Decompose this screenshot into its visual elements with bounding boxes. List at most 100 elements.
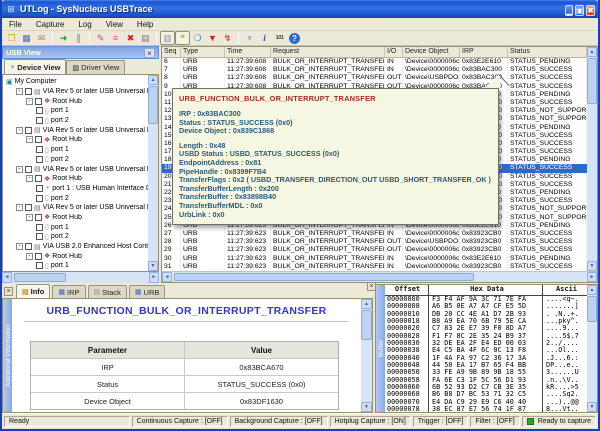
tree-hscrollbar[interactable]: ◄ ► bbox=[2, 272, 159, 283]
info-vscroll-thumb[interactable] bbox=[361, 310, 372, 340]
scroll-left-icon[interactable]: ◄ bbox=[162, 272, 172, 282]
tree-item[interactable]: ▯port 2 bbox=[3, 155, 148, 165]
raw-data-toggle-icon[interactable]: ▥ bbox=[160, 31, 175, 45]
menu-item-file[interactable]: File bbox=[2, 20, 29, 29]
tree-checkbox[interactable] bbox=[25, 127, 32, 134]
table-hscrollbar[interactable]: ◄ ► bbox=[162, 271, 597, 282]
search-icon[interactable]: ❍ bbox=[190, 31, 205, 45]
trace-row[interactable]: 28URB11:27:39:623BULK_OR_INTERRUPT_TRANS… bbox=[162, 238, 587, 246]
tree-checkbox[interactable] bbox=[25, 88, 32, 95]
tree-item[interactable]: -▤VIA Rev 5 or later USB Universal Host … bbox=[3, 203, 148, 213]
tab-info[interactable]: ▤Info bbox=[16, 284, 50, 298]
edit-marker-icon[interactable]: ✎ bbox=[93, 31, 108, 45]
tree-item[interactable]: -❖Root Hub bbox=[3, 174, 148, 184]
device-info-icon[interactable]: i bbox=[257, 31, 272, 45]
tree-item[interactable]: ▯port 2 bbox=[3, 116, 148, 126]
tree-item[interactable]: ▯port 1 bbox=[3, 145, 148, 155]
tree-item[interactable]: ▯port 1 bbox=[3, 106, 148, 116]
tree-checkbox[interactable] bbox=[35, 253, 42, 260]
tree-item[interactable]: ▯port 2 bbox=[3, 193, 148, 203]
tab-stack[interactable]: ▤Stack bbox=[88, 285, 127, 298]
tooltip-toggle-icon[interactable]: ❝ bbox=[175, 31, 190, 45]
tree-checkbox[interactable] bbox=[36, 156, 43, 163]
tree-expander-icon[interactable]: - bbox=[16, 88, 23, 95]
trigger-icon[interactable]: ↯ bbox=[220, 31, 235, 45]
column-header-type[interactable]: Type bbox=[181, 47, 225, 57]
scroll-right-icon[interactable]: ► bbox=[149, 272, 159, 283]
buffer-close-button[interactable]: × bbox=[367, 282, 376, 291]
tree-expander-icon[interactable]: - bbox=[26, 136, 33, 143]
tree-expander-icon[interactable]: - bbox=[26, 175, 33, 182]
trace-row[interactable]: 6URB11:27:39:608BULK_OR_INTERRUPT_TRANSF… bbox=[162, 58, 587, 66]
tree-checkbox[interactable] bbox=[35, 175, 42, 182]
tree-vscrollbar[interactable]: ▲ ▼ bbox=[148, 75, 158, 271]
scroll-down-icon[interactable]: ▼ bbox=[148, 261, 158, 271]
hex-display-icon[interactable]: 101 bbox=[272, 31, 287, 45]
trace-row[interactable]: 8URB11:27:39:608BULK_OR_INTERRUPT_TRANSF… bbox=[162, 74, 587, 82]
scroll-left-icon[interactable]: ◄ bbox=[2, 272, 12, 283]
tab-irp[interactable]: ▦IRP bbox=[52, 285, 85, 298]
tree-checkbox[interactable] bbox=[36, 146, 43, 153]
tree-item[interactable]: -▤VIA Rev 5 or later USB Universal Host … bbox=[3, 164, 148, 174]
tree-hscroll-thumb[interactable] bbox=[14, 273, 66, 282]
tab-urb[interactable]: ▦URB bbox=[129, 285, 165, 298]
tree-expander-icon[interactable]: - bbox=[26, 253, 33, 260]
tab-driver-view[interactable]: ▧Driver View bbox=[66, 60, 125, 74]
tree-expander-icon[interactable]: - bbox=[16, 127, 23, 134]
tree-item[interactable]: ♆port 1 : USB Human Interface D bbox=[3, 184, 148, 194]
scroll-up-icon[interactable]: ▲ bbox=[587, 285, 597, 295]
tree-expander-icon[interactable]: - bbox=[16, 166, 23, 173]
menu-item-view[interactable]: View bbox=[99, 20, 130, 29]
scroll-up-icon[interactable]: ▲ bbox=[148, 75, 158, 85]
tree-item[interactable]: -▤VIA Rev 5 or later USB Universal Host … bbox=[3, 125, 148, 135]
tree-item[interactable]: -▤VIA Rev 5 or later USB Universal Host … bbox=[3, 87, 148, 97]
trace-row[interactable]: 31URB11:27:39:623BULK_OR_INTERRUPT_TRANS… bbox=[162, 263, 587, 271]
close-button[interactable]: ✖ bbox=[586, 5, 595, 16]
tree-item[interactable]: ▯port 1 bbox=[3, 222, 148, 232]
tree-item[interactable]: -❖Root Hub bbox=[3, 96, 148, 106]
pause-capture-icon[interactable]: ∥ bbox=[71, 31, 86, 45]
open-log-icon[interactable]: ❒ bbox=[4, 31, 19, 45]
tree-checkbox[interactable] bbox=[36, 233, 43, 240]
buffer-strip[interactable]: Buffer bbox=[376, 285, 385, 412]
clear-log-icon[interactable]: ≡ bbox=[108, 31, 123, 45]
tree-checkbox[interactable] bbox=[36, 107, 43, 114]
help-icon[interactable]: ? bbox=[287, 31, 302, 45]
tree-item[interactable]: -▤VIA USB 2.0 Enhanced Host Controller bbox=[3, 242, 148, 252]
start-capture-icon[interactable]: ➜ bbox=[56, 31, 71, 45]
restore-button[interactable]: ▣ bbox=[575, 5, 585, 16]
scroll-down-icon[interactable]: ▼ bbox=[587, 402, 597, 412]
filter-icon[interactable]: ▼ bbox=[205, 31, 220, 45]
tree-item[interactable]: ▣My Computer bbox=[3, 77, 148, 87]
tree-vscroll-thumb[interactable] bbox=[148, 86, 158, 124]
table-hscroll-thumb[interactable] bbox=[174, 273, 474, 281]
print-icon[interactable]: ▤ bbox=[138, 31, 153, 45]
tree-checkbox[interactable] bbox=[35, 136, 42, 143]
tree-checkbox[interactable] bbox=[25, 204, 32, 211]
tree-checkbox[interactable] bbox=[36, 117, 43, 124]
scroll-up-icon[interactable]: ▲ bbox=[361, 299, 372, 309]
save-log-icon[interactable]: ▦ bbox=[19, 31, 34, 45]
minimize-button[interactable]: ▁ bbox=[565, 5, 573, 16]
tree-checkbox[interactable] bbox=[36, 262, 43, 269]
delete-log-icon[interactable]: ✖ bbox=[123, 31, 138, 45]
column-header-status[interactable]: Status bbox=[508, 47, 587, 57]
tree-expander-icon[interactable]: - bbox=[26, 98, 33, 105]
column-header-seq[interactable]: Seq bbox=[162, 47, 181, 57]
trace-row[interactable]: 30URB11:27:39:623BULK_OR_INTERRUPT_TRANS… bbox=[162, 255, 587, 263]
column-header-io[interactable]: I/O bbox=[385, 47, 403, 57]
scroll-up-icon[interactable]: ▲ bbox=[587, 47, 597, 57]
scroll-right-icon[interactable]: ► bbox=[587, 272, 597, 282]
export-log-icon[interactable]: ✉ bbox=[34, 31, 49, 45]
tree-checkbox[interactable] bbox=[25, 166, 32, 173]
tree-checkbox[interactable] bbox=[36, 195, 43, 202]
info-vscrollbar[interactable]: ▲ ▼ bbox=[361, 299, 372, 412]
hex-vscrollbar[interactable]: ▲ ▼ bbox=[587, 285, 597, 412]
trace-row[interactable]: 27URB11:27:39:623BULK_OR_INTERRUPT_TRANS… bbox=[162, 230, 587, 238]
menu-item-log[interactable]: Log bbox=[71, 20, 98, 29]
tree-item[interactable]: -❖Root Hub bbox=[3, 213, 148, 223]
table-vscroll-thumb[interactable] bbox=[587, 58, 597, 104]
column-header-irp[interactable]: IRP bbox=[460, 47, 508, 57]
trace-row[interactable]: 29URB11:27:39:623BULK_OR_INTERRUPT_TRANS… bbox=[162, 246, 587, 254]
tree-expander-icon[interactable]: - bbox=[16, 243, 23, 250]
